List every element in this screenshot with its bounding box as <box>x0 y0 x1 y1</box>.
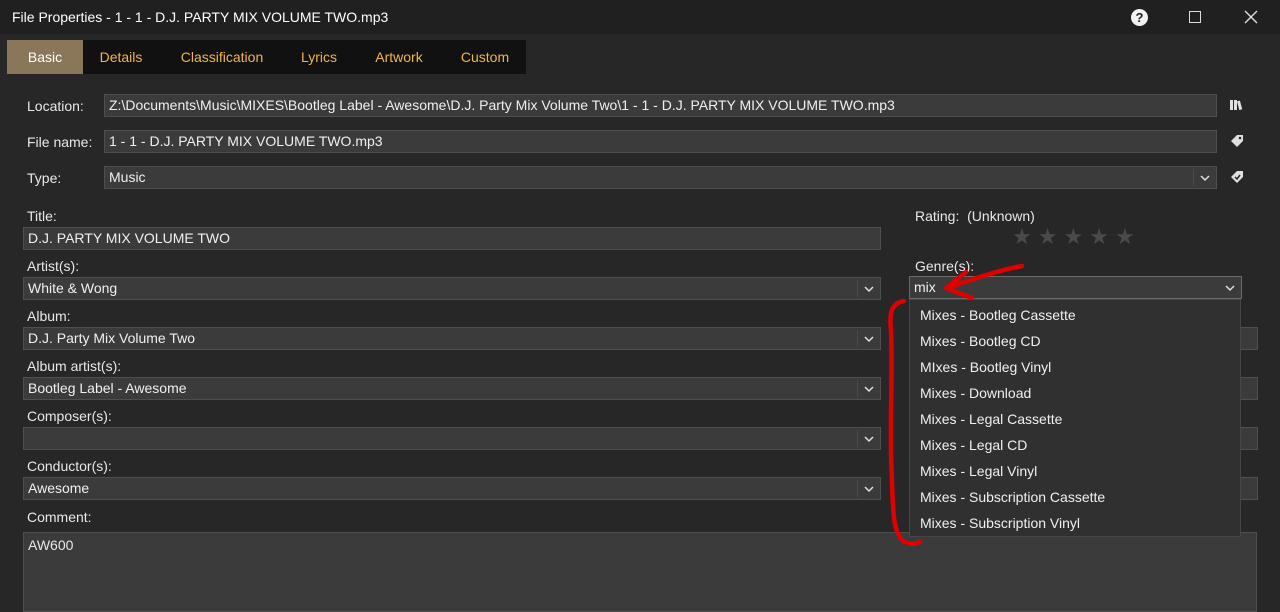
annotation-overlay <box>888 263 1025 546</box>
annotation-arrow <box>943 263 1025 301</box>
annotation-bracket <box>888 298 923 546</box>
